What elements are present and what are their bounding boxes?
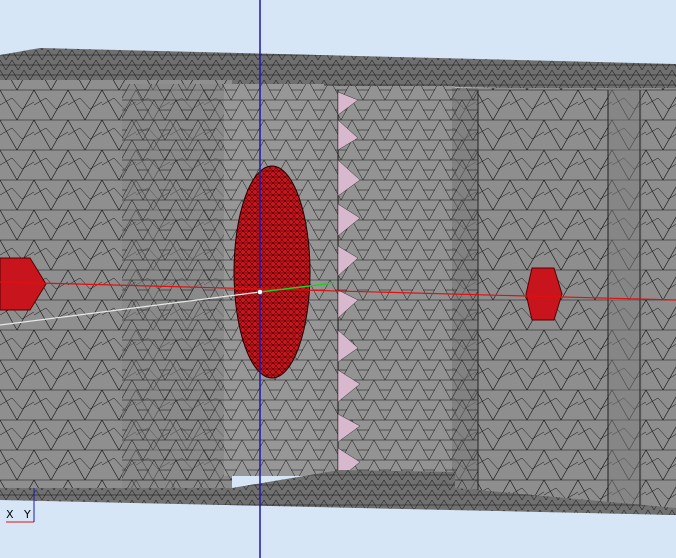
- triad-y-label: Y: [24, 508, 31, 521]
- hexagon-port-right: [525, 267, 563, 321]
- source-ellipse: [233, 165, 311, 379]
- mesh-right-block: [452, 88, 676, 508]
- origin-marker: [257, 289, 263, 295]
- mesh-scene: [0, 0, 676, 558]
- triad-x-label: X: [6, 508, 14, 521]
- 3d-viewport[interactable]: X Y: [0, 0, 676, 558]
